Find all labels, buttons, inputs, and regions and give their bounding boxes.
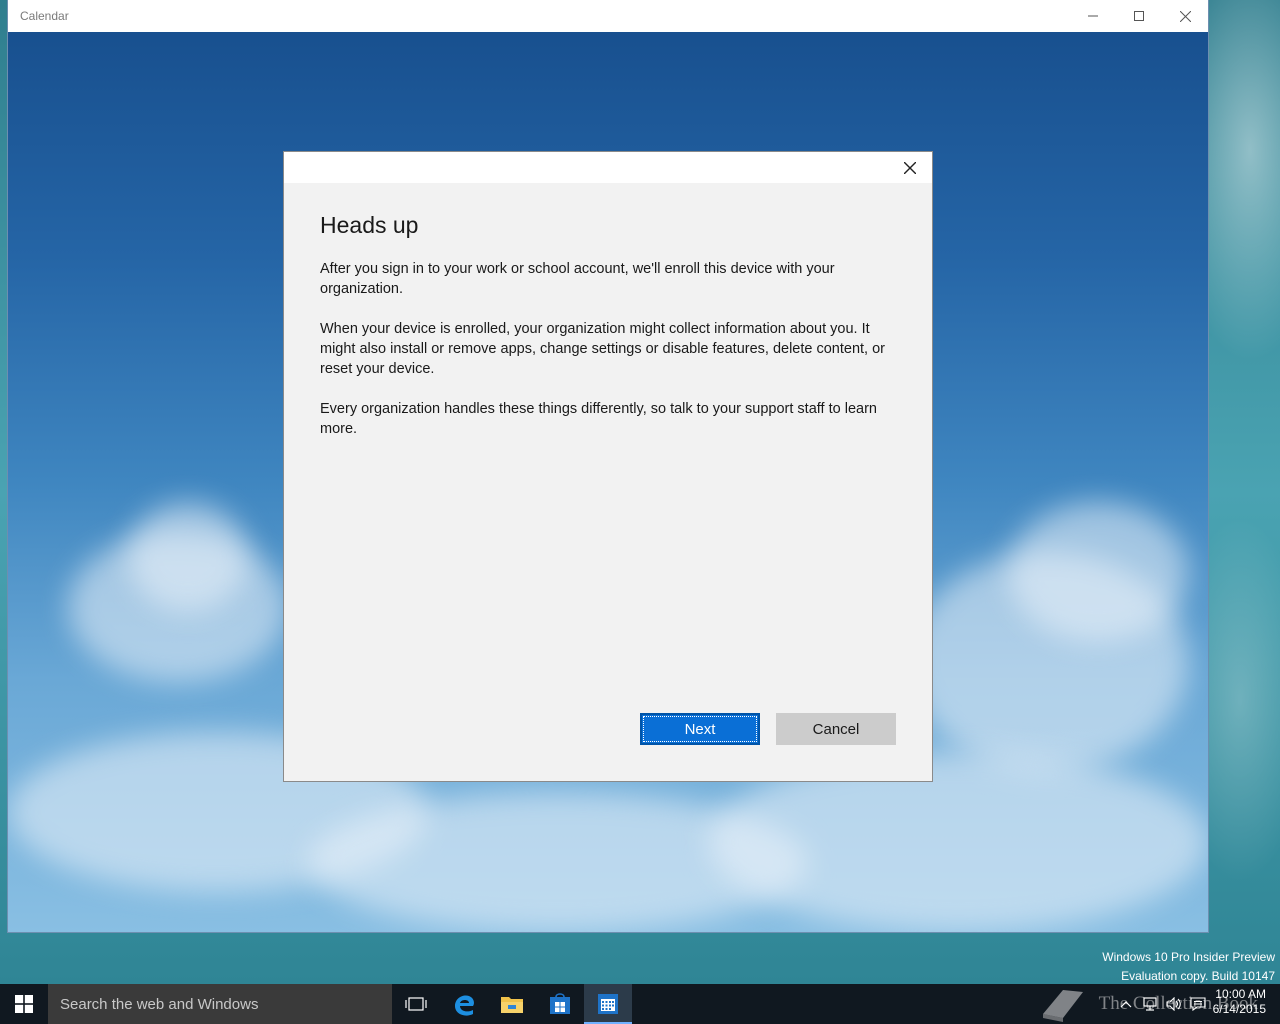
heads-up-dialog: Heads up After you sign in to your work … <box>283 151 933 782</box>
notification-icon <box>1190 997 1206 1011</box>
close-window-button[interactable] <box>1162 0 1208 32</box>
minimize-button[interactable] <box>1070 0 1116 32</box>
close-icon <box>904 162 916 174</box>
taskbar-clock[interactable]: 10:00 AM 6/14/2015 <box>1213 987 1266 1017</box>
file-explorer-icon <box>501 997 523 1013</box>
dialog-paragraph-support: Every organization handles these things … <box>320 401 877 437</box>
dialog-paragraph-enroll: After you sign in to your work or school… <box>320 261 835 297</box>
windows-logo-icon <box>15 995 33 1013</box>
task-view-icon <box>405 997 427 1011</box>
clock-date: 6/14/2015 <box>1212 1002 1266 1016</box>
clock-time: 10:00 AM <box>1215 987 1266 1001</box>
calendar-app-button[interactable] <box>584 984 632 1024</box>
build-watermark: Windows 10 Pro Insider Preview Evaluatio… <box>1102 948 1275 986</box>
store-button[interactable] <box>536 984 584 1024</box>
task-view-button[interactable] <box>392 984 440 1024</box>
store-icon <box>550 993 570 1014</box>
show-hidden-icons-button[interactable] <box>1114 984 1138 1024</box>
dialog-paragraph-collect: When your device is enrolled, your organ… <box>320 321 886 377</box>
maximize-icon <box>1134 11 1144 21</box>
close-icon <box>1179 10 1191 22</box>
next-button[interactable]: Next <box>640 713 760 745</box>
dialog-header <box>284 152 932 183</box>
dialog-close-button[interactable] <box>902 160 918 176</box>
chevron-up-icon <box>1120 1001 1132 1008</box>
start-button[interactable] <box>0 984 48 1024</box>
maximize-button[interactable] <box>1116 0 1162 32</box>
file-explorer-button[interactable] <box>488 984 536 1024</box>
search-input[interactable]: Search the web and Windows <box>48 984 392 1024</box>
network-button[interactable] <box>1138 984 1162 1024</box>
taskbar: Search the web and Windows The Collectio… <box>0 984 1280 1024</box>
cancel-button[interactable]: Cancel <box>776 713 896 745</box>
dialog-buttons: Next Cancel <box>640 713 896 745</box>
window-titlebar[interactable]: Calendar <box>8 0 1208 32</box>
dialog-title: Heads up <box>320 212 419 238</box>
book-logo-icon <box>1042 990 1083 1022</box>
dialog-body: Heads up After you sign in to your work … <box>284 183 932 439</box>
action-center-button[interactable] <box>1186 984 1210 1024</box>
speaker-icon <box>1166 997 1181 1011</box>
watermark-line-edition: Windows 10 Pro Insider Preview <box>1102 950 1275 964</box>
edge-browser-button[interactable] <box>440 984 488 1024</box>
window-title: Calendar <box>20 9 69 23</box>
edge-icon <box>455 995 474 1016</box>
volume-button[interactable] <box>1162 984 1186 1024</box>
minimize-icon <box>1088 15 1098 17</box>
calendar-app-icon <box>598 994 618 1014</box>
network-icon <box>1143 997 1157 1011</box>
